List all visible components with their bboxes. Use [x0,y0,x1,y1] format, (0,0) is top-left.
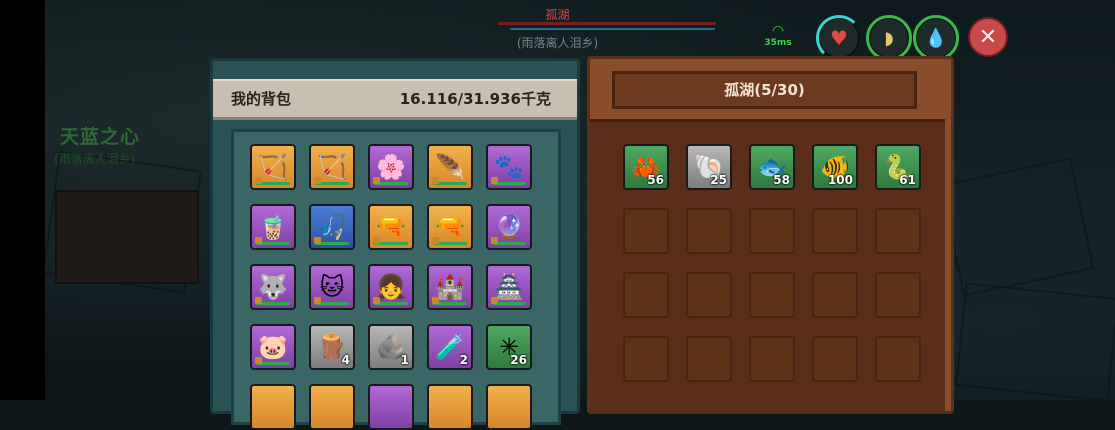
backpack-panel: 我的背包 16.116/31.936千克 🏹 🏹 🌸 🪶 🐾 🧋 🎣 🔫 🔫 🔮 🐺 🐱 👧 🏰 🏯 🐷 🪵 4 🪨… [210,58,580,430]
backpack-title: 我的背包 [231,90,292,108]
lock-icon [255,357,262,364]
lake-empty-slot[interactable] [812,336,858,382]
lock-icon [255,237,262,244]
lock-icon [491,237,498,244]
thirst-status-button[interactable]: 💧 [913,15,959,61]
hunger-status-button[interactable]: ◗ [866,15,912,61]
backpack-slot-cat-helmet[interactable]: 🐱 [309,264,355,310]
lock-icon [432,297,439,304]
health-status-button[interactable]: ♥ [816,15,862,61]
backpack-slot-lightning-gun[interactable]: 🔫 [427,204,473,250]
lake-empty-slot[interactable] [623,208,669,254]
lock-icon [314,297,321,304]
backpack-slot-wolf-mask[interactable]: 🐺 [250,264,296,310]
lake-slot-pink-fish[interactable]: 🐠 100 [812,144,858,190]
lake-empty-slot[interactable] [875,208,921,254]
backpack-header: 我的背包 16.116/31.936千克 [213,79,577,120]
backpack-slot-blossom-staff[interactable]: 🌸 [368,144,414,190]
lake-empty-slot[interactable] [623,336,669,382]
item-count: 4 [341,353,350,367]
close-icon: ✕ [978,24,998,50]
backpack-slot-partial[interactable] [309,384,355,430]
backpack-slot-stone-pile[interactable]: 🪨 1 [368,324,414,370]
lake-empty-slot[interactable] [875,336,921,382]
lock-icon [432,237,439,244]
item-count: 58 [773,173,790,187]
network-signal: ◠ 35ms [760,24,796,54]
item-count: 56 [647,173,664,187]
lake-empty-slot[interactable] [749,336,795,382]
backpack-grid: 🏹 🏹 🌸 🪶 🐾 🧋 🎣 🔫 🔫 🔮 🐺 🐱 👧 🏰 🏯 🐷 🪵 4 🪨 1 🧪 2 ✳ 26 [231,129,561,430]
lock-icon [255,177,262,184]
lake-empty-slot[interactable] [749,272,795,318]
backpack-slot-feather[interactable]: 🪶 [427,144,473,190]
backpack-slot-log[interactable]: 🪵 4 [309,324,355,370]
backpack-slot-bubble-tea[interactable]: 🧋 [250,204,296,250]
lake-grid: 🦀 56 🐚 25 🐟 58 🐠 100 🐍 61 [590,119,945,414]
lake-storage-panel: 孤湖(5/30) 🦀 56 🐚 25 🐟 58 🐠 100 🐍 61 [587,56,954,414]
lock-icon [491,177,498,184]
backpack-slot-paw-staff[interactable]: 🐾 [486,144,532,190]
item-count: 61 [899,173,916,187]
ping-value: 35ms [764,38,792,48]
wifi-icon: ◠ [771,23,785,39]
target-health-bar [498,22,716,25]
world-label-subtitle: (雨落离人泪乡) [54,152,136,166]
backpack-slot-partial[interactable] [486,384,532,430]
lake-slot-red-crab[interactable]: 🦀 56 [623,144,669,190]
backpack-slot-fishing-rod[interactable]: 🎣 [309,204,355,250]
wooden-crate [55,190,199,284]
lake-empty-slot[interactable] [812,272,858,318]
item-count: 100 [827,173,853,187]
backpack-slot-partial[interactable] [427,384,473,430]
target-mana-bar [510,28,715,30]
close-button[interactable]: ✕ [968,17,1008,57]
backpack-slot-partial[interactable] [368,384,414,430]
lock-icon [255,297,262,304]
lake-header: 孤湖(5/30) [612,71,917,109]
lake-slot-yellow-fish[interactable]: 🐟 58 [749,144,795,190]
backpack-slot-green-gem[interactable]: ✳ 26 [486,324,532,370]
item-count: 26 [510,353,527,367]
backpack-slot-castle-hat[interactable]: 🏰 [427,264,473,310]
item-count: 2 [459,353,468,367]
backpack-slot-flame-gun[interactable]: 🔫 [368,204,414,250]
item-count: 1 [400,353,409,367]
lake-empty-slot[interactable] [749,208,795,254]
backpack-slot-blue-potion[interactable]: 🧪 2 [427,324,473,370]
lake-empty-slot[interactable] [623,272,669,318]
item-count: 25 [710,173,727,187]
backpack-slot-red-castle[interactable]: 🏯 [486,264,532,310]
backpack-weight: 16.116/31.936千克 [399,90,551,108]
lake-slot-eel[interactable]: 🐍 61 [875,144,921,190]
lock-icon [432,177,439,184]
floor-tile [939,157,1095,297]
floor-tile [954,282,1115,402]
world-label-title: 天蓝之心 [60,126,141,148]
lock-icon [373,177,380,184]
lock-icon [491,297,498,304]
lake-empty-slot[interactable] [686,336,732,382]
backpack-slot-crossbow[interactable]: 🏹 [250,144,296,190]
lake-slot-fan-shell[interactable]: 🐚 25 [686,144,732,190]
backpack-slot-purple-cluster[interactable]: 🔮 [486,204,532,250]
lake-empty-slot[interactable] [875,272,921,318]
backpack-slot-pig-face[interactable]: 🐷 [250,324,296,370]
backpack-slot-girl-head[interactable]: 👧 [368,264,414,310]
lock-icon [373,297,380,304]
lake-empty-slot[interactable] [686,272,732,318]
lake-title: 孤湖(5/30) [724,81,805,99]
lake-empty-slot[interactable] [686,208,732,254]
screen-edge-left [0,0,45,400]
lake-empty-slot[interactable] [812,208,858,254]
lock-icon [373,237,380,244]
backpack-slot-bow[interactable]: 🏹 [309,144,355,190]
lock-icon [314,177,321,184]
backpack-slot-partial[interactable] [250,384,296,430]
lock-icon [314,237,321,244]
